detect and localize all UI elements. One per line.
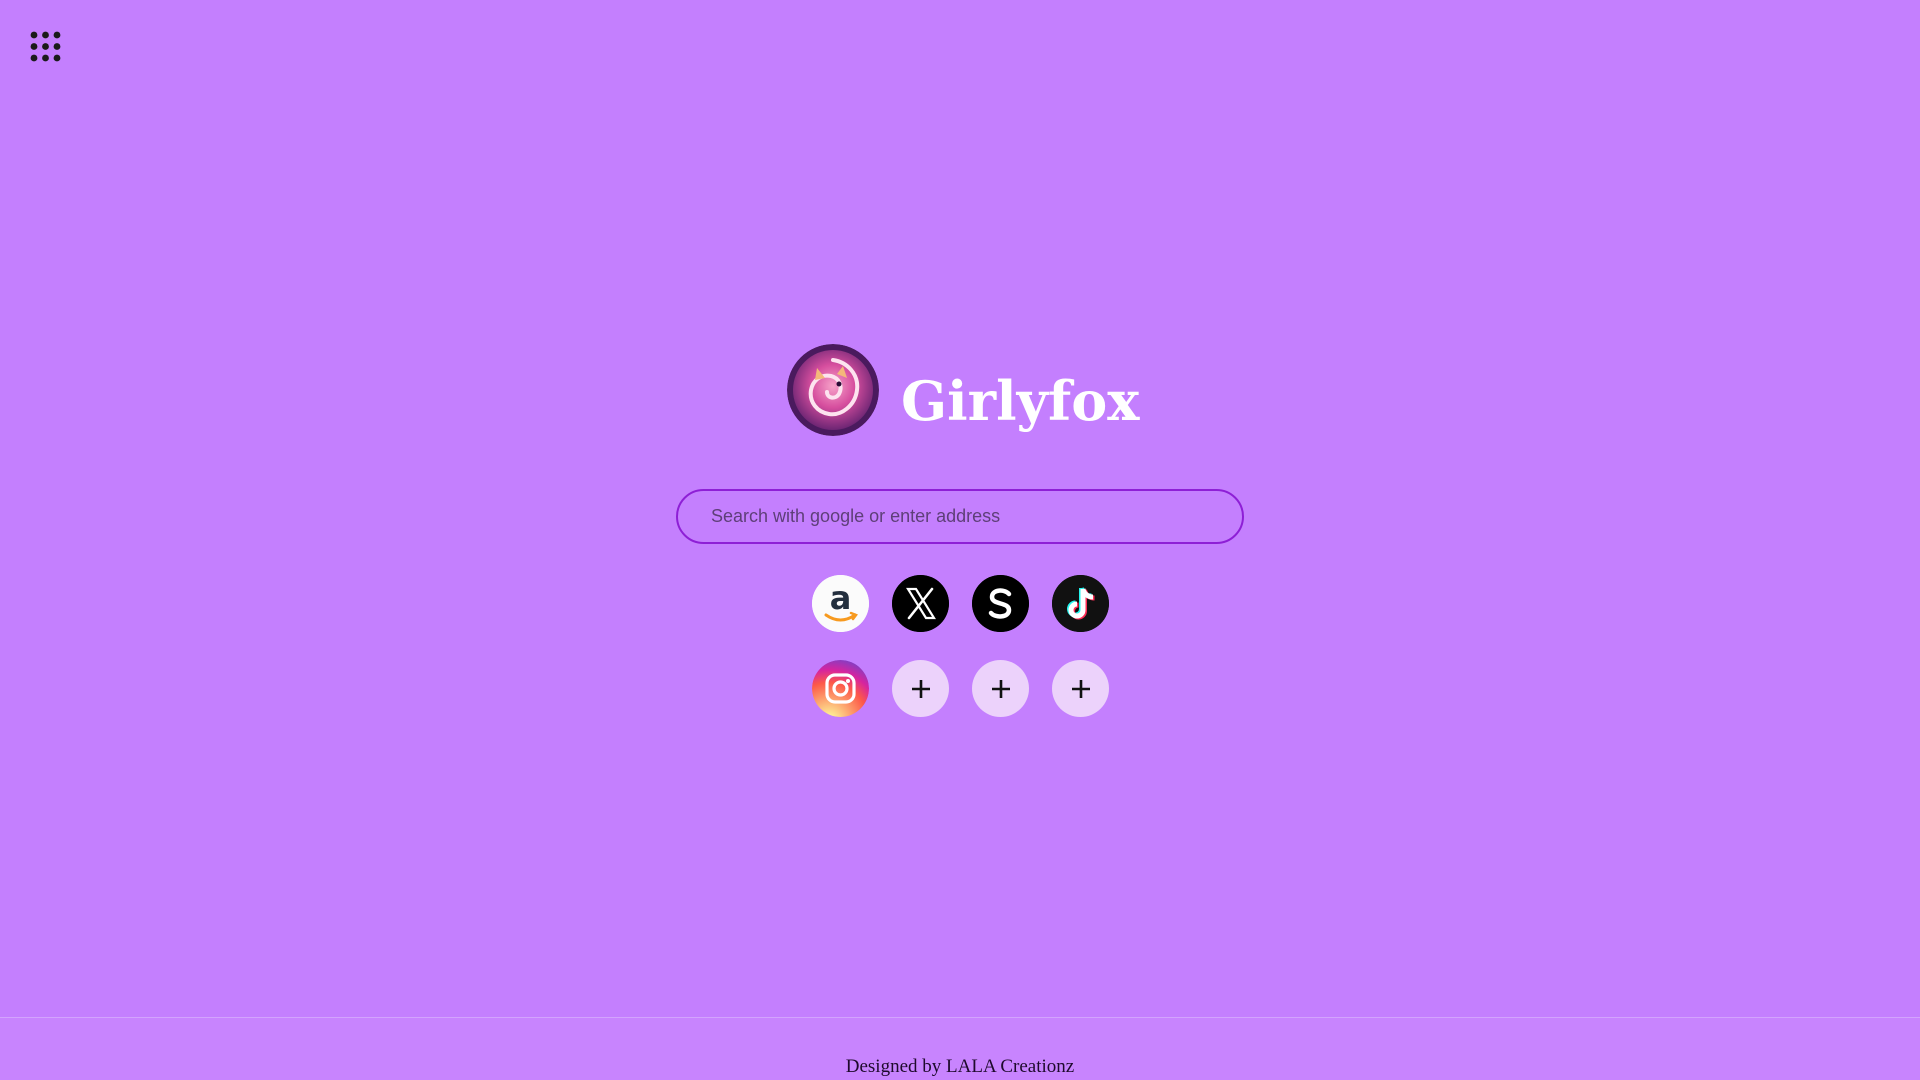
svg-text:a: a [830, 579, 852, 617]
plus-icon [911, 679, 930, 698]
s-icon [972, 575, 1029, 632]
footer: Designed by LALA Creationz [0, 1017, 1920, 1080]
shortcut-tiktok[interactable] [1052, 575, 1109, 632]
shortcut-instagram[interactable] [812, 660, 869, 717]
shortcut-amazon[interactable]: a [812, 575, 869, 632]
shortcut-x[interactable] [892, 575, 949, 632]
footer-credit: Designed by LALA Creationz [845, 1056, 1075, 1077]
tiktok-icon [1052, 575, 1109, 632]
apps-grid-icon [30, 31, 61, 62]
plus-icon [991, 679, 1010, 698]
search-input[interactable] [678, 491, 1242, 542]
add-shortcut-button[interactable] [972, 660, 1029, 717]
shortcut-s[interactable] [972, 575, 1029, 632]
search-box[interactable] [676, 489, 1244, 544]
plus-icon [1071, 679, 1090, 698]
amazon-icon: a [812, 575, 869, 632]
brand-header: Girlyfox [787, 340, 1139, 440]
brand-name: Girlyfox [901, 369, 1140, 433]
add-shortcut-button[interactable] [892, 660, 949, 717]
apps-grid-button[interactable] [30, 31, 61, 62]
instagram-icon [812, 660, 869, 717]
fox-logo-icon [787, 344, 879, 436]
add-shortcut-button[interactable] [1052, 660, 1109, 717]
x-icon [892, 575, 949, 632]
